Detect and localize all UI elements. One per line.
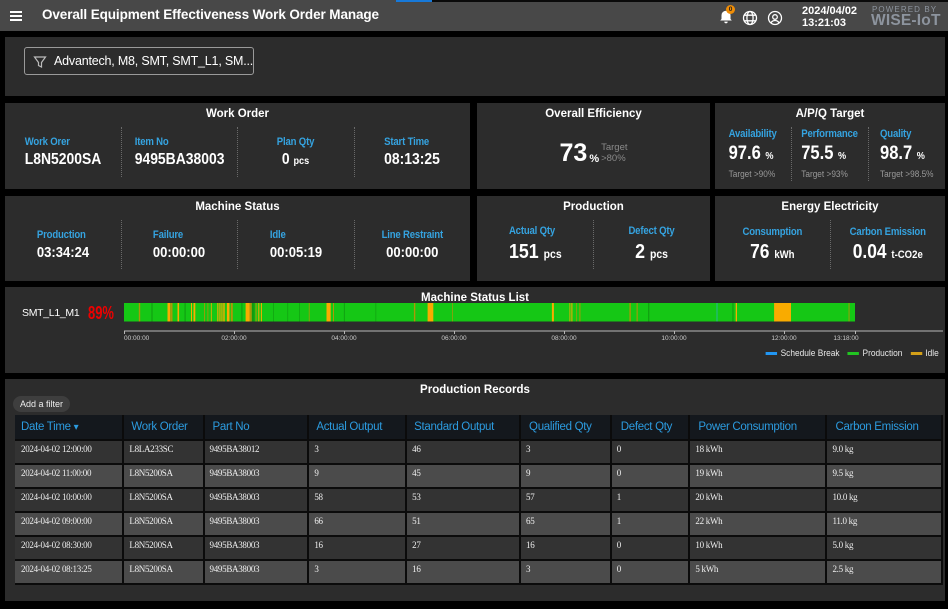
svg-text:08:00:00: 08:00:00 (551, 335, 577, 342)
svg-text:06:00:00: 06:00:00 (441, 335, 467, 342)
svg-text:00:00:00: 00:00:00 (124, 335, 150, 342)
svg-text:10:00:00: 10:00:00 (661, 335, 687, 342)
svg-text:04:00:00: 04:00:00 (331, 335, 357, 342)
svg-text:12:00:00: 12:00:00 (771, 335, 797, 342)
svg-text:02:00:00: 02:00:00 (221, 335, 247, 342)
svg-text:13:18:00: 13:18:00 (833, 335, 859, 342)
